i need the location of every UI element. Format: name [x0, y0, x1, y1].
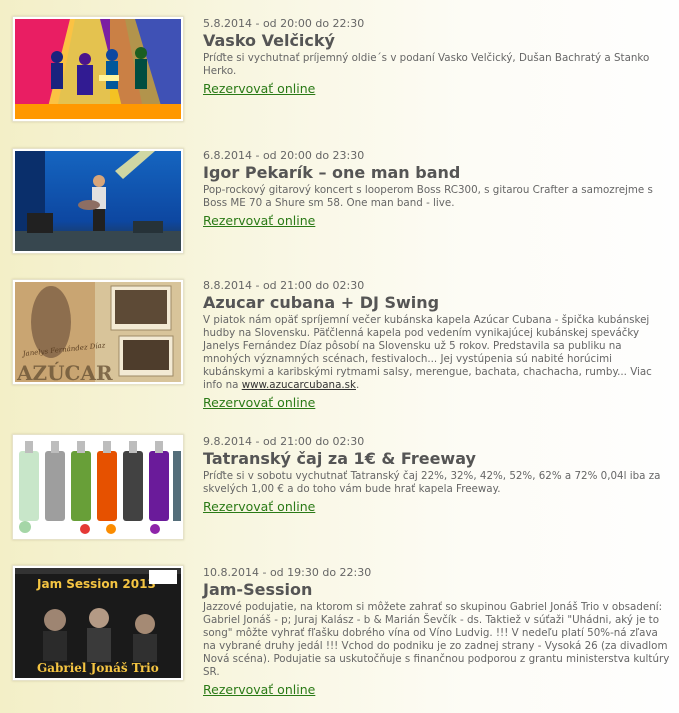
event-description-suffix: .	[355, 379, 360, 391]
event-title[interactable]: Tatranský čaj za 1€ & Freeway	[203, 449, 671, 468]
tea-bottles-image	[15, 437, 181, 537]
event-thumbnail[interactable]	[12, 434, 184, 540]
guitarist-photo-image	[15, 151, 181, 251]
event-thumbnail[interactable]	[12, 16, 184, 122]
event-date: 9.8.2014 - od 21:00 do 02:30	[203, 435, 365, 448]
band-illustration-image	[15, 19, 181, 119]
azucar-website-link[interactable]: www.azucarcubana.sk	[242, 379, 356, 391]
event-description: Jazzové podujatie, na ktorom si môžete z…	[203, 601, 670, 678]
reserve-online-link[interactable]: Rezervovať online	[203, 213, 315, 229]
event-description: V piatok nám opäť spríjemní večer kubáns…	[203, 314, 671, 392]
event-date: 8.8.2014 - od 21:00 do 02:30	[203, 279, 365, 292]
event-description: Príďte si v sobotu vychutnať Tatranský č…	[203, 470, 661, 495]
event-description: Pop-rockový gitarový koncert s looperom …	[203, 184, 653, 209]
event-description: Príďte si vychutnať príjemný oldie´s v p…	[203, 52, 650, 77]
reserve-online-link[interactable]: Rezervovať online	[203, 499, 315, 515]
event-title[interactable]: Vasko Velčický	[203, 31, 671, 50]
event-thumbnail[interactable]: Janelys Fernández Díaz AZÚCAR	[12, 279, 184, 385]
event-title[interactable]: Igor Pekarík – one man band	[203, 163, 671, 182]
event-title[interactable]: Azucar cubana + DJ Swing	[203, 293, 671, 312]
event-date: 6.8.2014 - od 20:00 do 23:30	[203, 149, 365, 162]
reserve-online-link[interactable]: Rezervovať online	[203, 395, 315, 411]
poster-headline: Jam Session 2013	[36, 577, 156, 591]
jam-session-poster-image: Jam Session 2013 Gabriel Jonáš Trio	[15, 568, 181, 678]
poster-band-name: AZÚCAR	[16, 360, 113, 382]
reserve-online-link[interactable]: Rezervovať online	[203, 682, 315, 698]
event-title[interactable]: Jam-Session	[203, 580, 671, 599]
event-date: 5.8.2014 - od 20:00 do 22:30	[203, 17, 365, 30]
event-thumbnail[interactable]: Jam Session 2013 Gabriel Jonáš Trio	[12, 565, 184, 681]
event-thumbnail[interactable]	[12, 148, 184, 254]
azucar-poster-image: Janelys Fernández Díaz AZÚCAR	[15, 282, 181, 382]
event-date: 10.8.2014 - od 19:30 do 22:30	[203, 566, 372, 579]
poster-footer: Gabriel Jonáš Trio	[37, 661, 159, 675]
reserve-online-link[interactable]: Rezervovať online	[203, 81, 315, 97]
